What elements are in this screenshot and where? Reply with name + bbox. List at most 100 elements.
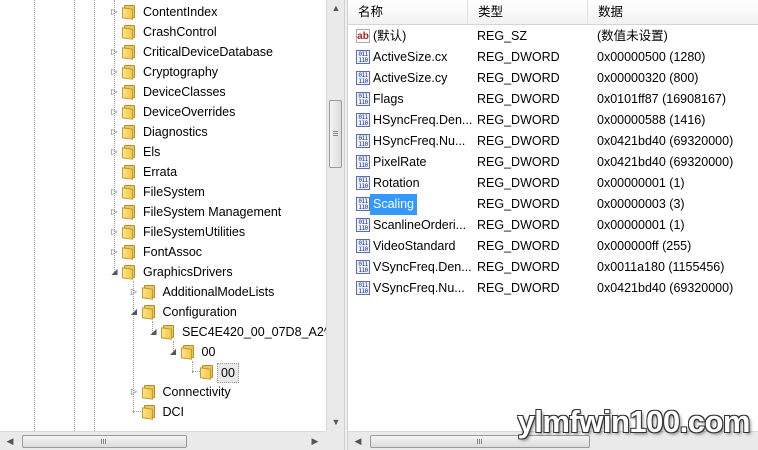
tree-horizontal-scroll-thumb[interactable] [22, 435, 187, 448]
tree-item-label: DeviceOverrides [143, 105, 236, 119]
value-name: (默认) [373, 29, 407, 43]
column-header-data[interactable]: 数据 [588, 0, 758, 24]
folder-icon [122, 245, 137, 260]
value-type: REG_DWORD [477, 155, 560, 169]
tree-item-label: CriticalDeviceDatabase [143, 45, 273, 59]
tree-horizontal-scrollbar[interactable]: ◀ ▶ [0, 431, 326, 450]
binary-value-icon: 011 110 [356, 134, 370, 148]
value-data: 0x0101ff87 (16908167) [597, 92, 727, 106]
value-data: 0x00000320 (800) [597, 71, 699, 85]
tree-item-label: AdditionalModeLists [162, 285, 275, 299]
tree-item-label: Diagnostics [143, 125, 208, 139]
expand-arrow-icon[interactable]: ▷ [110, 106, 119, 117]
value-data: 0x0421bd40 (69320000) [597, 134, 734, 148]
expand-arrow-icon[interactable]: ▷ [110, 206, 119, 217]
binary-value-icon: 011 110 [356, 92, 370, 106]
expand-arrow-icon[interactable]: ▷ [110, 66, 119, 77]
expand-arrow-icon[interactable]: ▷ [130, 386, 139, 397]
scroll-down-arrow-icon[interactable]: ▼ [328, 414, 344, 430]
value-data: 0x000000ff (255) [597, 239, 692, 253]
expand-arrow-icon[interactable]: ▷ [130, 286, 139, 297]
scroll-left-arrow-icon[interactable]: ◀ [2, 433, 18, 449]
scroll-up-arrow-icon[interactable]: ▲ [328, 0, 344, 16]
value-type: REG_DWORD [477, 281, 560, 295]
value-row[interactable]: 011 110 VSyncFreq.Nu... REG_DWORD 0x0421bd40… [348, 278, 758, 299]
tree-guide-line [74, 0, 75, 431]
expand-arrow-icon[interactable]: ▷ [110, 186, 119, 197]
value-row[interactable]: 011 110 Rotation REG_DWORD 0x00000001 (1) [348, 173, 758, 194]
folder-icon [122, 65, 137, 80]
binary-value-icon: 011 110 [356, 176, 370, 190]
expand-arrow-icon[interactable]: ▷ [110, 86, 119, 97]
tree-item-label: FileSystem Management [143, 205, 282, 219]
value-type: REG_DWORD [477, 197, 560, 211]
collapse-arrow-icon[interactable]: ◢ [130, 306, 139, 317]
registry-values-list: 名称 类型 数据 ab (默认) REG_SZ (数值未设置) 011 110 Active… [348, 0, 758, 450]
tree-item-label: FontAssoc [143, 245, 203, 259]
value-row[interactable]: 011 110 ScanlineOrderi... REG_DWORD 0x000000… [348, 215, 758, 236]
tree-vertical-scroll-thumb[interactable] [329, 100, 342, 168]
expand-arrow-icon[interactable]: ▷ [110, 146, 119, 157]
value-data: 0x0011a180 (1155456) [597, 260, 725, 274]
tree-item-label: Connectivity [162, 385, 231, 399]
folder-icon [122, 25, 137, 40]
tree-item-label: CrashControl [143, 25, 217, 39]
expand-arrow-icon[interactable]: ▷ [110, 46, 119, 57]
tree-item-label: Els [143, 145, 161, 159]
expand-arrow-icon[interactable]: ▷ [110, 6, 119, 17]
folder-icon [141, 305, 157, 320]
tree-item-label: Configuration [162, 305, 237, 319]
binary-value-icon: 011 110 [356, 155, 370, 169]
binary-value-icon: 011 110 [356, 50, 370, 64]
tree-vertical-scrollbar[interactable]: ▲ ▼ [326, 0, 344, 431]
expand-arrow-icon[interactable]: ▷ [110, 226, 119, 237]
value-data: 0x0421bd40 (69320000) [597, 281, 734, 295]
value-row[interactable]: 011 110 VSyncFreq.Den... REG_DWORD 0x0011a18… [348, 257, 758, 278]
collapse-arrow-icon[interactable]: ◢ [110, 266, 119, 277]
value-row[interactable]: 011 110 Flags REG_DWORD 0x0101ff87 (16908167… [348, 89, 758, 110]
value-type: REG_DWORD [477, 260, 560, 274]
binary-value-icon: 011 110 [356, 281, 370, 295]
value-name: Flags [373, 92, 404, 106]
value-row[interactable]: 011 110 HSyncFreq.Den... REG_DWORD 0x0000058… [348, 110, 758, 131]
scroll-left-arrow-icon[interactable]: ◀ [350, 433, 366, 449]
folder-icon [141, 405, 157, 420]
value-row[interactable]: ab (默认) REG_SZ (数值未设置) [348, 26, 758, 47]
value-row[interactable]: 011 110 VideoStandard REG_DWORD 0x000000ff (… [348, 236, 758, 257]
tree-item-label: 00 [201, 345, 216, 359]
folder-icon [161, 325, 176, 340]
value-name: ActiveSize.cy [373, 71, 448, 85]
collapse-arrow-icon[interactable]: ◢ [169, 346, 178, 357]
value-name: Scaling [370, 194, 417, 215]
tree-item-label: DeviceClasses [143, 85, 226, 99]
value-data: 0x00000003 (3) [597, 197, 685, 211]
expand-arrow-icon[interactable]: ▷ [110, 246, 119, 257]
value-name: Rotation [373, 176, 420, 190]
value-row[interactable]: 011 110 HSyncFreq.Nu... REG_DWORD 0x0421bd40… [348, 131, 758, 152]
value-type: REG_DWORD [477, 113, 560, 127]
binary-value-icon: 011 110 [356, 113, 370, 127]
value-name: VSyncFreq.Nu... [373, 281, 465, 295]
value-name: HSyncFreq.Den... [373, 113, 473, 127]
folder-icon [122, 265, 137, 280]
binary-value-icon: 011 110 [356, 239, 370, 253]
scroll-right-arrow-icon[interactable]: ▶ [307, 433, 323, 449]
tree-guide-line [94, 0, 95, 431]
tree-item-label: 00 [217, 363, 239, 383]
watermark-logo: ylmfwin100.com [517, 404, 751, 439]
column-header-name[interactable]: 名称 [348, 0, 468, 24]
value-row[interactable]: 011 110 ActiveSize.cy REG_DWORD 0x00000320 (… [348, 68, 758, 89]
folder-icon [122, 145, 137, 160]
collapse-arrow-icon[interactable]: ◢ [149, 326, 158, 337]
value-row[interactable]: 011 110 ActiveSize.cx REG_DWORD 0x00000500 (… [348, 47, 758, 68]
registry-key-tree: ▷ ContentIndex CrashControl ▷ CriticalDevice… [0, 0, 344, 450]
value-row[interactable]: 011 110 Scaling REG_DWORD 0x00000003 (3) [348, 194, 758, 215]
binary-value-icon: 011 110 [356, 71, 370, 85]
tree-item-label: ContentIndex [143, 5, 218, 19]
expand-arrow-icon[interactable]: ▷ [110, 126, 119, 137]
value-name: PixelRate [373, 155, 427, 169]
value-row[interactable]: 011 110 PixelRate REG_DWORD 0x0421bd40 (6932… [348, 152, 758, 173]
column-header-type[interactable]: 类型 [468, 0, 588, 24]
value-type: REG_DWORD [477, 134, 560, 148]
folder-icon [122, 205, 137, 220]
